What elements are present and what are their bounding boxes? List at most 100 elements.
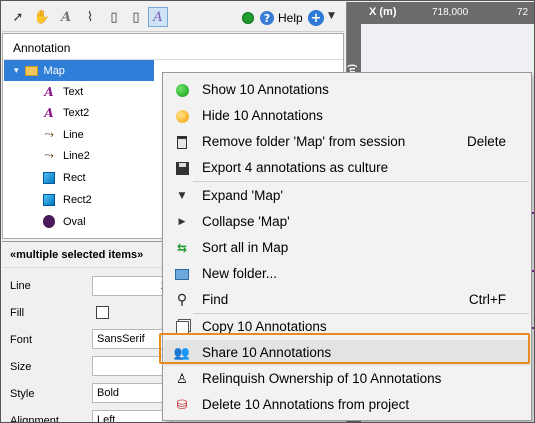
rect-annotation-icon (41, 170, 57, 186)
tree-folder-map[interactable]: ▾ Map (4, 60, 154, 81)
tree-item[interactable]: Oval (41, 211, 86, 232)
tree-item[interactable]: A Text (41, 81, 83, 102)
menu-item-expand[interactable]: ▼ Expand 'Map' (164, 183, 530, 209)
alignment-field[interactable]: Left (92, 410, 172, 422)
prop-label: Style (10, 388, 35, 400)
polyline-tool-icon[interactable]: ⌇ (80, 7, 100, 27)
expand-arrow-icon: ▼ (178, 191, 186, 201)
menu-item-label: Copy 10 Annotations (202, 319, 327, 334)
save-icon (174, 160, 190, 176)
x-tick-label: 718,000 (432, 7, 469, 18)
menu-item-label: Show 10 Annotations (202, 82, 329, 97)
text-annotation-icon: A (44, 105, 54, 120)
menu-item-label: Sort all in Map (202, 240, 289, 255)
menu-item-label: Expand 'Map' (202, 188, 283, 203)
sort-icon: ⇆ (176, 241, 188, 255)
prop-row-style: Style (10, 384, 90, 404)
pan-hand-icon[interactable]: ✋ (32, 7, 52, 27)
highlight-outline (159, 333, 530, 364)
tree-item[interactable]: ⤳ Line (41, 124, 84, 145)
tree-item-label: Oval (63, 215, 86, 228)
menu-item-label: Export 4 annotations as culture (202, 160, 389, 175)
chevron-down-icon[interactable]: ▼ (328, 11, 335, 21)
style-field[interactable]: Bold (92, 383, 172, 403)
menu-item-relinquish[interactable]: ♙ Relinquish Ownership of 10 Annotations (164, 366, 530, 392)
prop-row-font: Font (10, 330, 90, 350)
menu-item-collapse[interactable]: ▶ Collapse 'Map' (164, 209, 530, 235)
tree-folder-label: Map (43, 64, 65, 77)
oval-tool-icon[interactable]: ▯ (126, 7, 146, 27)
tree-item-label: Text (63, 85, 84, 98)
help-button[interactable]: ? Help (260, 9, 303, 27)
tree-header: Annotation (3, 34, 343, 60)
text-annotation-icon: A (44, 84, 54, 99)
application-window: ➚ ✋ A ⌇ ▯ ▯ A ? Help + ▼ Annotation ▾ Ma… (0, 0, 535, 423)
menu-item-export[interactable]: Export 4 annotations as culture (164, 155, 530, 181)
menu-item-label: New folder... (202, 266, 278, 281)
tree-item-label: Line2 (63, 149, 90, 162)
prop-label: Font (10, 334, 33, 346)
menu-item-shortcut: Ctrl+F (468, 292, 506, 307)
menu-item-label: Remove folder 'Map' from session (202, 134, 406, 149)
x-ruler: X (m) 718,000 72 (347, 2, 534, 24)
x-tick-label: 72 (517, 7, 529, 18)
tree-item-label: Rect2 (63, 193, 92, 206)
menu-item-label: Hide 10 Annotations (202, 108, 323, 123)
tree-item[interactable]: Rect2 (41, 189, 92, 210)
help-label: Help (278, 11, 303, 25)
tree-item-label: Rect (63, 171, 86, 184)
menu-separator (193, 181, 529, 182)
menu-item-find[interactable]: ⚲ Find Ctrl+F (164, 287, 530, 313)
collapse-arrow-icon: ▶ (178, 217, 186, 227)
delete-db-icon: ⛁ (176, 397, 188, 413)
prop-label: Alignment (10, 415, 59, 423)
yellow-dot-icon (174, 108, 190, 124)
rectangle-tool-icon[interactable]: ▯ (104, 7, 124, 27)
tree-item[interactable]: A Text2 (41, 102, 89, 123)
line-width-field[interactable]: 2 (92, 276, 172, 296)
chevron-down-icon[interactable]: ▾ (14, 66, 19, 76)
help-icon: ? (260, 11, 274, 25)
trash-icon (174, 134, 190, 150)
prop-label: Line (10, 280, 31, 292)
menu-item-delete[interactable]: ⛁ Delete 10 Annotations from project (164, 392, 530, 418)
menu-item-remove-folder[interactable]: Remove folder 'Map' from session Delete (164, 129, 530, 155)
status-green-icon (242, 12, 254, 24)
prop-row-line: Line (10, 276, 90, 296)
line-annotation-icon: ⤳ (44, 148, 54, 162)
tree-item[interactable]: Rect (41, 167, 86, 188)
add-icon[interactable]: + (308, 10, 324, 26)
find-icon: ⚲ (176, 292, 188, 308)
prop-label: Size (10, 361, 32, 373)
menu-item-new-folder[interactable]: New folder... (164, 261, 530, 287)
context-menu: Show 10 Annotations Hide 10 Annotations … (162, 72, 532, 421)
menu-item-sort[interactable]: ⇆ Sort all in Map (164, 235, 530, 261)
menu-item-shortcut: Delete (466, 134, 506, 149)
menu-item-label: Relinquish Ownership of 10 Annotations (202, 371, 442, 386)
new-folder-icon (174, 266, 190, 282)
tree-item-label: Text2 (63, 106, 90, 119)
prop-row-size: Size (10, 357, 90, 377)
select-arrow-icon[interactable]: ➚ (8, 7, 28, 27)
prop-row-alignment: Alignment (10, 411, 90, 423)
menu-item-hide[interactable]: Hide 10 Annotations (164, 103, 530, 129)
fill-checkbox[interactable] (96, 306, 109, 319)
annotation-toolbar: ➚ ✋ A ⌇ ▯ ▯ A ? Help + ▼ (2, 2, 344, 32)
oval-annotation-icon (41, 214, 57, 230)
tree-item-label: Line (63, 128, 84, 141)
annotation-text-icon[interactable]: A (148, 7, 168, 27)
x-axis-label: X (m) (369, 6, 397, 18)
tree-item[interactable]: ⤳ Line2 (41, 145, 90, 166)
folder-icon (24, 65, 38, 76)
prop-row-fill: Fill (10, 303, 90, 323)
menu-item-label: Delete 10 Annotations from project (202, 397, 410, 412)
rect-annotation-icon (41, 192, 57, 208)
relinquish-icon: ♙ (176, 371, 188, 387)
menu-item-label: Collapse 'Map' (202, 214, 290, 229)
menu-item-label: Find (202, 292, 229, 307)
green-dot-icon (174, 82, 190, 98)
prop-label: Fill (10, 307, 25, 319)
line-annotation-icon: ⤳ (44, 127, 54, 141)
text-tool-icon[interactable]: A (56, 7, 76, 27)
menu-item-show[interactable]: Show 10 Annotations (164, 77, 530, 103)
